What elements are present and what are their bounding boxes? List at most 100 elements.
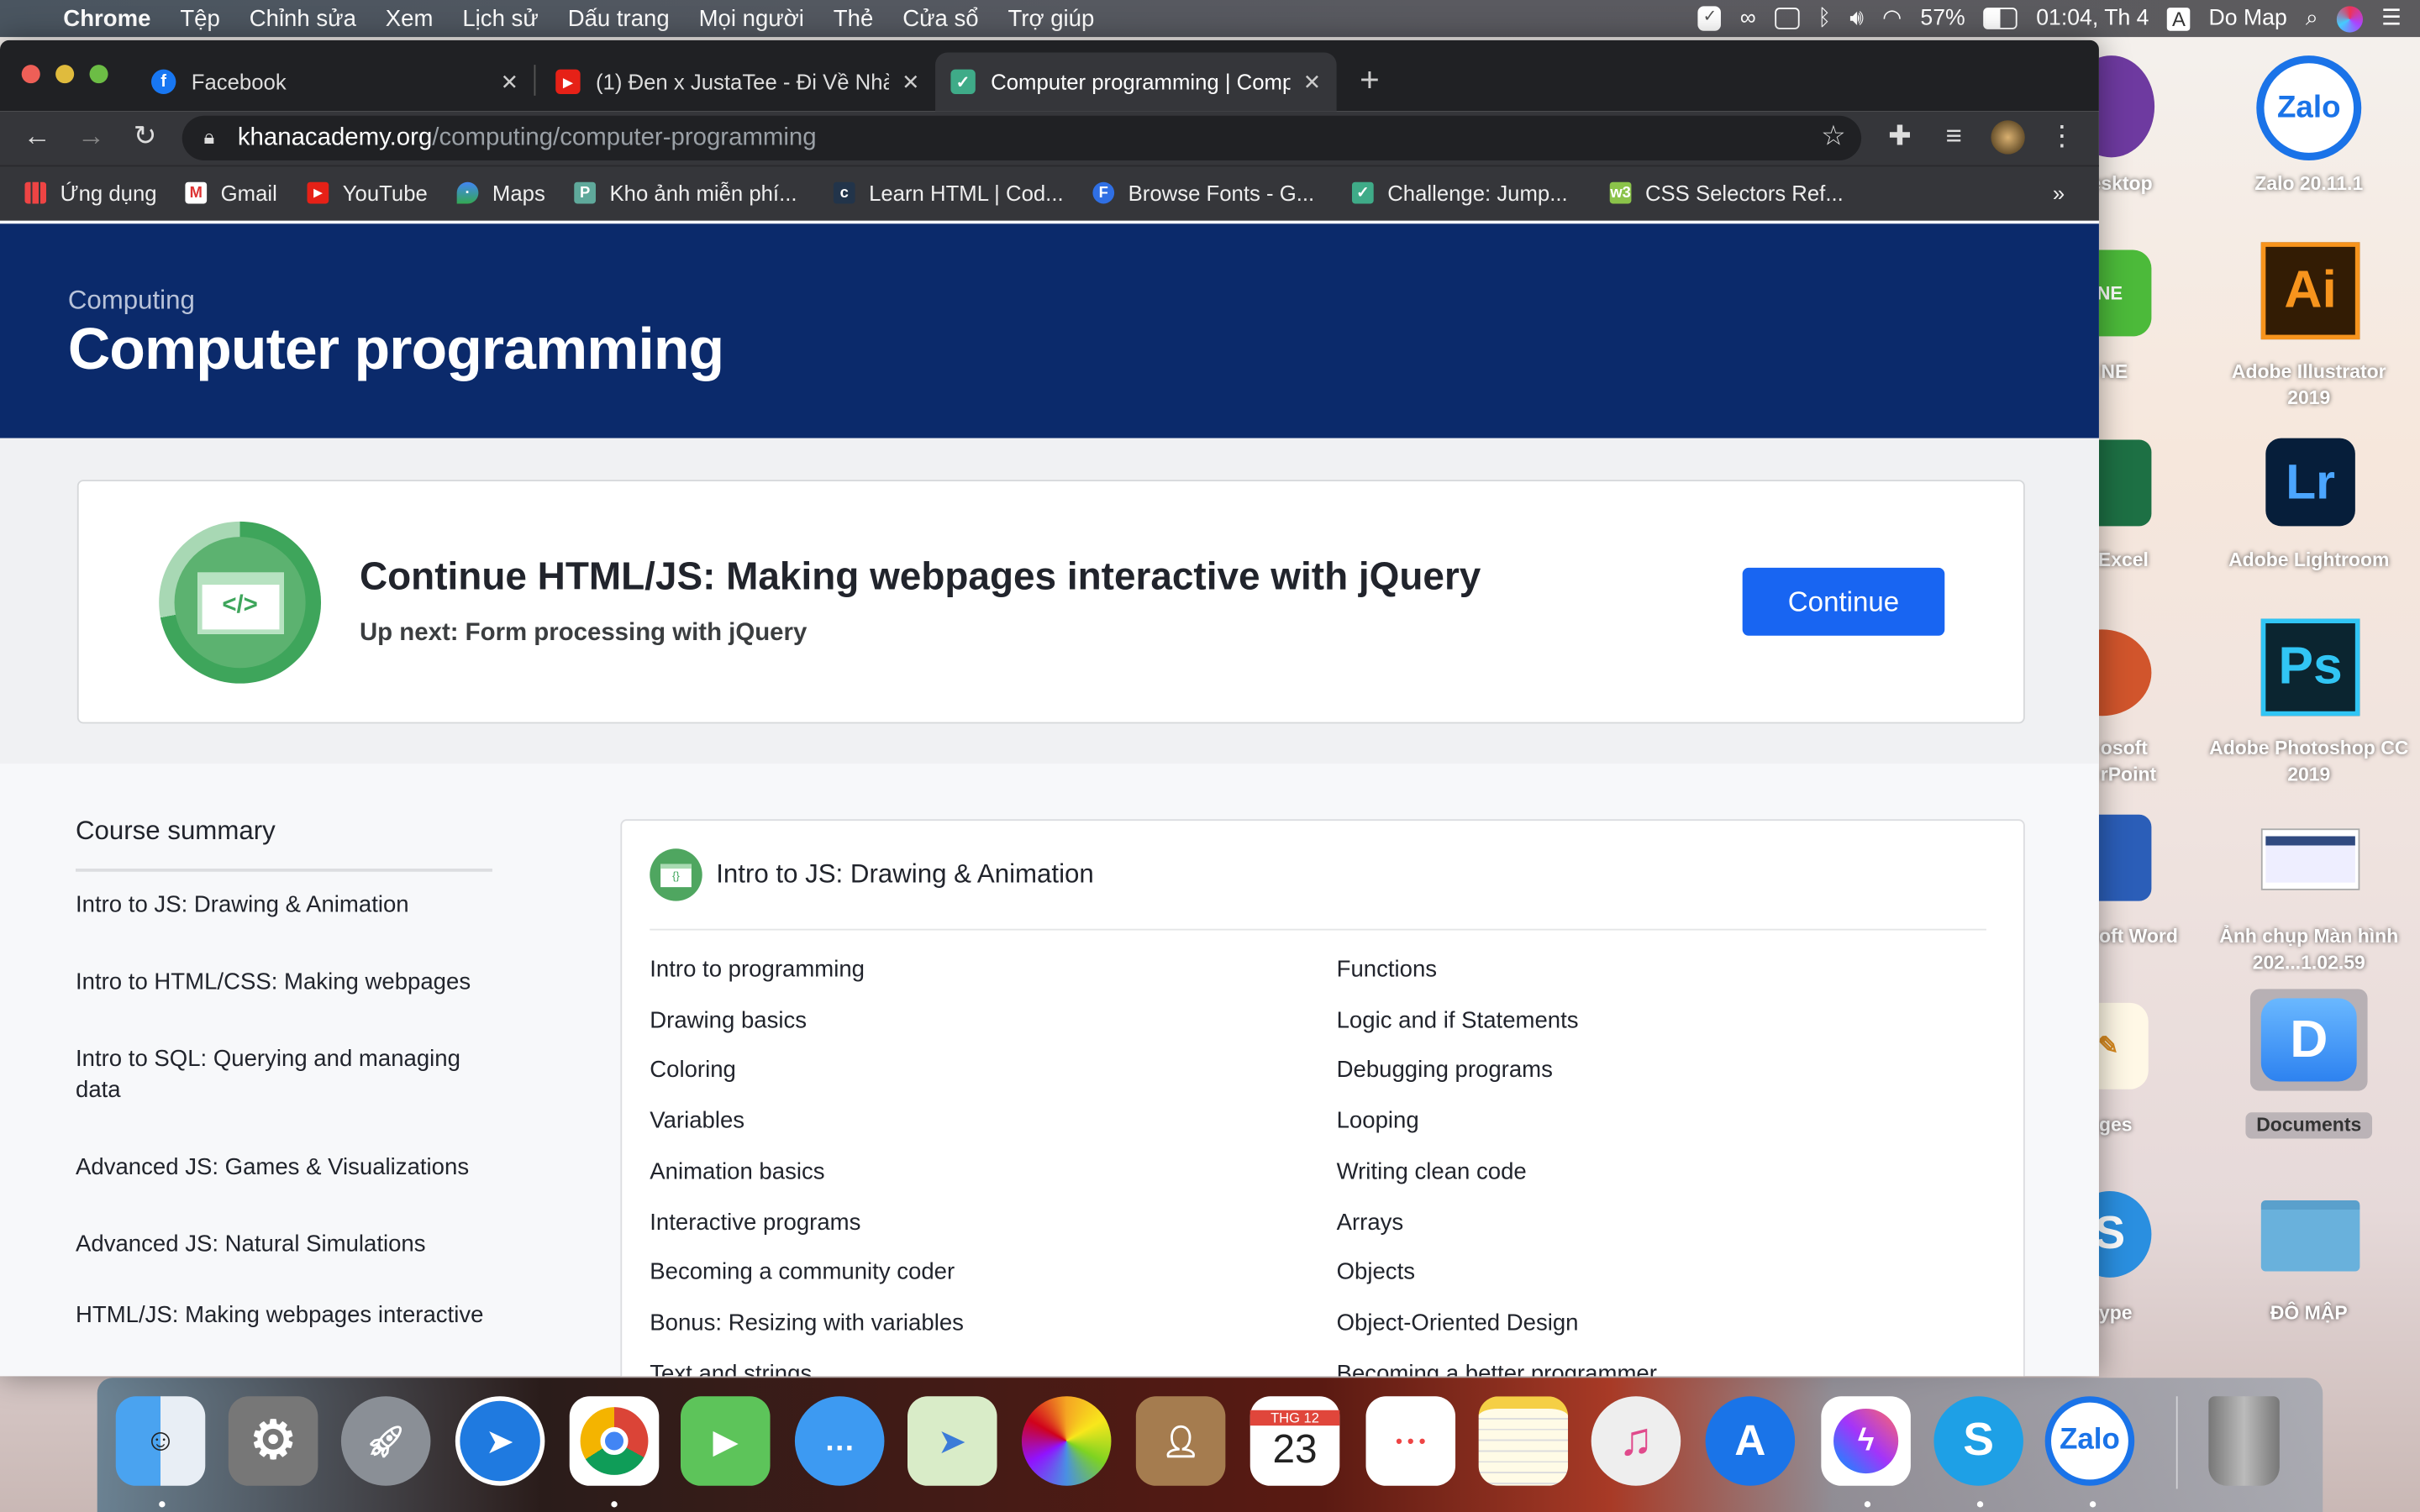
bookmark-apps[interactable]: Ứng dụng bbox=[24, 181, 157, 205]
skype-dock-icon[interactable]: S bbox=[1933, 1396, 2023, 1486]
lesson-link[interactable]: Bonus: Resizing with variables bbox=[650, 1310, 964, 1336]
menu-help[interactable]: Trợ giúp bbox=[1008, 5, 1095, 31]
lesson-link[interactable]: Object-Oriented Design bbox=[1337, 1310, 1579, 1336]
tab-youtube[interactable]: ▶ (1) Đen x JustaTee - Đi Về Nhà ✕ bbox=[540, 52, 935, 111]
menu-file[interactable]: Tệp bbox=[180, 5, 219, 31]
checkmark-icon[interactable]: ✓ bbox=[1698, 6, 1722, 31]
bookmark-star-icon[interactable]: ☆ bbox=[1821, 120, 1846, 153]
contacts-icon[interactable]: 👤︎ bbox=[1135, 1396, 1226, 1486]
menu-bookmarks[interactable]: Dấu trang bbox=[568, 5, 670, 31]
siri-icon[interactable] bbox=[2336, 5, 2364, 32]
lesson-link[interactable]: Variables bbox=[650, 1108, 744, 1134]
extensions-icon[interactable]: ✚ bbox=[1883, 120, 1917, 153]
new-tab-button[interactable]: + bbox=[1360, 60, 1380, 101]
menu-window[interactable]: Cửa sổ bbox=[902, 5, 978, 31]
lesson-link[interactable]: Debugging programs bbox=[1337, 1058, 1553, 1084]
bookmarks-overflow-button[interactable]: » bbox=[2053, 181, 2065, 205]
music-icon[interactable]: ♫ bbox=[1591, 1396, 1681, 1486]
notification-center-icon[interactable]: ☰ bbox=[2381, 6, 2402, 30]
notes-icon[interactable] bbox=[1478, 1396, 1569, 1486]
launchpad-icon[interactable]: 🚀︎ bbox=[340, 1396, 431, 1486]
volume-icon[interactable]: 🔊︎ bbox=[1849, 6, 1864, 30]
back-icon[interactable]: ← bbox=[20, 120, 54, 153]
lesson-link[interactable]: Objects bbox=[1337, 1259, 1415, 1285]
sidecar-icon[interactable] bbox=[1774, 8, 1800, 29]
summary-item[interactable]: HTML/JS: Making webpages interactive bbox=[76, 1300, 483, 1331]
chrome-icon[interactable] bbox=[569, 1396, 660, 1486]
safari-icon[interactable]: ➤ bbox=[455, 1396, 545, 1486]
tab-facebook[interactable]: f Facebook ✕ bbox=[136, 52, 534, 111]
profile-avatar[interactable] bbox=[1991, 120, 2025, 155]
facetime-icon[interactable]: ▶ bbox=[681, 1396, 771, 1486]
bookmark-youtube[interactable]: ▶ YouTube bbox=[307, 181, 428, 205]
screenshot-file-icon[interactable] bbox=[2260, 828, 2360, 890]
reminders-icon[interactable]: • • • bbox=[1365, 1396, 1456, 1486]
zalo-dock-icon[interactable]: Zalo bbox=[2044, 1396, 2135, 1486]
lightroom-icon[interactable]: Lr bbox=[2265, 438, 2355, 527]
summary-item[interactable]: Advanced JS: Natural Simulations bbox=[76, 1230, 426, 1261]
zalo-desktop-icon[interactable]: Zalo bbox=[2256, 55, 2362, 161]
summary-item[interactable]: Intro to SQL: Querying and managing data bbox=[76, 1044, 485, 1105]
bookmark-challenge[interactable]: ✓ Challenge: Jump... bbox=[1351, 181, 1568, 205]
menu-view[interactable]: Xem bbox=[386, 5, 434, 31]
lesson-link[interactable]: Becoming a community coder bbox=[650, 1259, 955, 1285]
illustrator-icon[interactable]: Ai bbox=[2260, 242, 2360, 340]
battery-icon[interactable] bbox=[1983, 8, 2018, 29]
chrome-menu-icon[interactable]: ⋮ bbox=[2045, 120, 2079, 153]
address-bar[interactable]: 🔒︎ khanacademy.org/computing/computer-pr… bbox=[182, 115, 1862, 161]
bookmark-gmail[interactable]: M Gmail bbox=[185, 181, 277, 205]
zoom-window-button[interactable] bbox=[89, 65, 108, 84]
bookmark-learn-html[interactable]: c Learn HTML | Cod... bbox=[833, 181, 1064, 205]
trash-icon[interactable] bbox=[2208, 1396, 2280, 1486]
menu-app-chrome[interactable]: Chrome bbox=[63, 5, 150, 31]
lesson-link[interactable]: Interactive programs bbox=[650, 1209, 860, 1235]
summary-item[interactable]: Advanced JS: Games & Visualizations bbox=[76, 1152, 469, 1184]
reload-icon[interactable]: ↻ bbox=[128, 120, 161, 153]
lesson-link[interactable]: Logic and if Statements bbox=[1337, 1007, 1579, 1033]
creative-cloud-icon[interactable]: ∞ bbox=[1740, 6, 1756, 30]
lesson-link[interactable]: Functions bbox=[1337, 957, 1437, 983]
finder-icon[interactable]: ☺ bbox=[115, 1396, 206, 1486]
minimize-window-button[interactable] bbox=[55, 65, 75, 84]
forward-icon[interactable]: → bbox=[74, 120, 108, 153]
messages-icon[interactable]: … bbox=[794, 1396, 885, 1486]
menu-history[interactable]: Lịch sử bbox=[462, 5, 538, 31]
close-tab-icon[interactable]: ✕ bbox=[501, 69, 519, 95]
lock-icon[interactable]: 🔒︎ bbox=[203, 125, 214, 150]
bookmark-maps[interactable]: · Maps bbox=[456, 181, 545, 205]
breadcrumb[interactable]: Computing bbox=[68, 286, 195, 317]
messenger-icon[interactable]: ϟ bbox=[1821, 1396, 1911, 1486]
bookmark-browse-fonts[interactable]: F Browse Fonts - G... bbox=[1092, 181, 1314, 205]
clock[interactable]: 01:04, Th 4 bbox=[2036, 6, 2149, 30]
lesson-link[interactable]: Becoming a better programmer bbox=[1337, 1360, 1657, 1376]
lesson-link[interactable]: Arrays bbox=[1337, 1209, 1404, 1235]
bookmark-kho-anh[interactable]: P Kho ảnh miễn phí... bbox=[574, 181, 797, 205]
lesson-link[interactable]: Drawing basics bbox=[650, 1007, 807, 1033]
tab-khan-academy[interactable]: ✓ Computer programming | Comp ✕ bbox=[935, 52, 1337, 112]
summary-item[interactable]: Intro to JS: Drawing & Animation bbox=[76, 890, 409, 921]
menu-people[interactable]: Mọi người bbox=[699, 5, 804, 31]
maps-icon[interactable]: ➤ bbox=[908, 1396, 997, 1486]
lesson-link[interactable]: Looping bbox=[1337, 1108, 1419, 1134]
system-preferences-icon[interactable]: ⚙ bbox=[228, 1396, 318, 1486]
lesson-link[interactable]: Intro to programming bbox=[650, 957, 865, 983]
continue-button[interactable]: Continue bbox=[1742, 567, 1945, 636]
bluetooth-icon[interactable]: ᛒ bbox=[1818, 6, 1831, 30]
documents-alias-icon[interactable]: D bbox=[2249, 989, 2368, 1091]
menu-tab[interactable]: Thẻ bbox=[834, 5, 873, 31]
summary-item[interactable]: Intro to HTML/CSS: Making webpages bbox=[76, 968, 471, 999]
app-store-icon[interactable]: A bbox=[1705, 1396, 1796, 1486]
calendar-icon[interactable]: THG 12 23 bbox=[1249, 1396, 1340, 1486]
search-icon[interactable]: ⌕ bbox=[2306, 6, 2318, 30]
media-control-icon[interactable]: ≡ bbox=[1937, 120, 1970, 153]
lesson-link[interactable]: Writing clean code bbox=[1337, 1158, 1527, 1184]
close-tab-icon[interactable]: ✕ bbox=[902, 69, 920, 95]
bookmark-css-selectors[interactable]: w3 CSS Selectors Ref... bbox=[1609, 181, 1844, 205]
input-source-icon[interactable]: A bbox=[2167, 7, 2191, 30]
user-name[interactable]: Do Map bbox=[2209, 6, 2287, 30]
photoshop-icon[interactable]: Ps bbox=[2260, 618, 2360, 717]
wifi-icon[interactable]: ◠ bbox=[1882, 6, 1902, 30]
close-tab-icon[interactable]: ✕ bbox=[1303, 69, 1322, 95]
lesson-link[interactable]: Text and strings bbox=[650, 1360, 812, 1376]
lesson-link[interactable]: Coloring bbox=[650, 1058, 736, 1084]
